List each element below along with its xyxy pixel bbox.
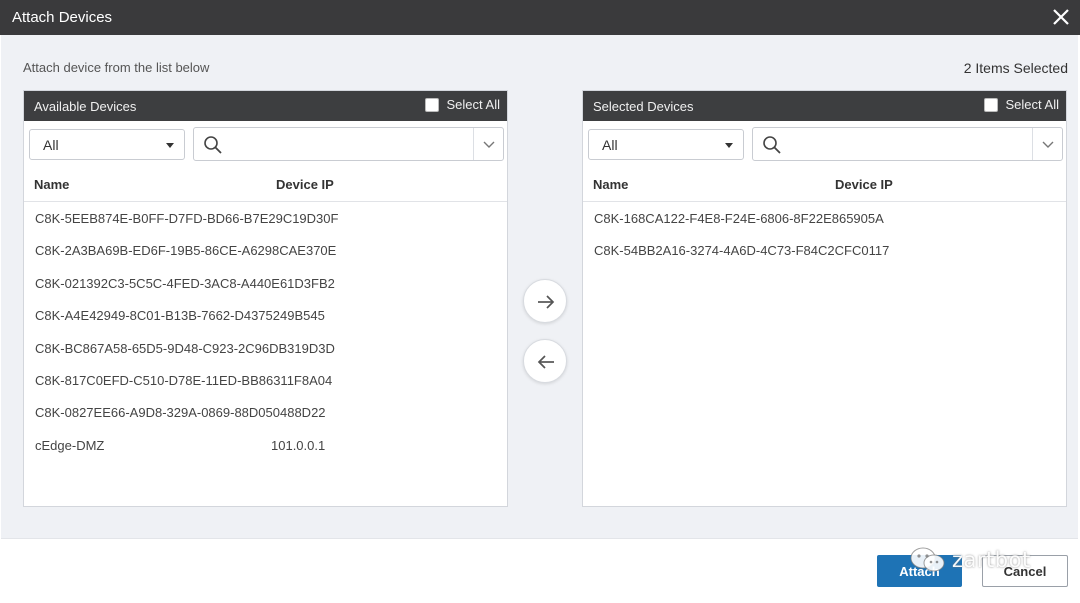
filter-dropdown-value: All [43, 137, 59, 153]
panel-title: Selected Devices [593, 99, 694, 114]
select-all-label: Select All [1005, 97, 1059, 112]
table-header: Name Device IP [24, 165, 507, 202]
device-name: C8K-0827EE66-A9D8-329A-0869-88D050488D22 [35, 405, 326, 421]
search-options-toggle[interactable] [473, 128, 503, 160]
table-row[interactable]: C8K-021392C3-5C5C-4FED-3AC8-A440E61D3FB2 [24, 267, 507, 299]
search-icon [204, 136, 222, 154]
filter-dropdown-value: All [602, 137, 618, 153]
device-ip: 101.0.0.1 [271, 437, 326, 453]
column-header-name: Name [593, 177, 629, 192]
device-name: C8K-5EEB874E-B0FF-D7FD-BD66-B7E29C19D30F [35, 211, 339, 226]
filter-dropdown[interactable]: All [588, 129, 744, 160]
table-row[interactable]: C8K-817C0EFD-C510-D78E-11ED-BB86311F8A04 [24, 364, 507, 396]
attach-button[interactable]: Attach [877, 555, 962, 587]
close-icon [1053, 9, 1069, 25]
select-all-checkbox[interactable]: Select All [424, 97, 500, 112]
device-name: C8K-54BB2A16-3274-4A6D-4C73-F84C2CFC0117 [594, 243, 890, 259]
column-header-device-ip: Device IP [835, 177, 893, 192]
panel-title: Available Devices [34, 99, 137, 114]
arrow-right-icon [538, 295, 555, 309]
filter-bar: All [24, 121, 507, 165]
move-left-button[interactable] [523, 339, 567, 383]
checkbox-box[interactable] [983, 97, 998, 112]
table-row[interactable]: C8K-54BB2A16-3274-4A6D-4C73-F84C2CFC0117 [583, 234, 1066, 266]
dialog-title: Attach Devices [12, 9, 113, 26]
search-input[interactable] [230, 132, 460, 156]
selected-devices-panel: Selected Devices Select All All Name Dev… [582, 90, 1067, 507]
selected-count: 2 Items Selected [963, 60, 1068, 76]
arrow-left-icon [537, 355, 554, 369]
panel-header: Selected Devices Select All [583, 91, 1066, 121]
move-right-button[interactable] [523, 279, 567, 323]
table-row[interactable]: C8K-BC867A58-65D5-9D48-C923-2C96DB319D3D [24, 332, 507, 364]
table-row[interactable]: C8K-0827EE66-A9D8-329A-0869-88D050488D22 [24, 396, 507, 428]
selected-device-list: C8K-168CA122-F4E8-F24E-6806-8F22E865905A… [583, 202, 1066, 267]
table-row[interactable]: cEdge-DMZ 101.0.0.1 [24, 429, 507, 461]
dialog-titlebar: Attach Devices [0, 0, 1080, 35]
caret-down-icon [166, 143, 174, 148]
column-header-name: Name [34, 177, 70, 192]
checkbox-box[interactable] [424, 97, 439, 112]
device-name: C8K-BC867A58-65D5-9D48-C923-2C96DB319D3D [35, 340, 335, 356]
device-name: C8K-817C0EFD-C510-D78E-11ED-BB86311F8A04 [35, 372, 333, 388]
panel-header: Available Devices Select All [24, 91, 507, 121]
chevron-down-icon [483, 141, 495, 148]
close-button[interactable] [1048, 4, 1074, 30]
device-name: C8K-A4E42949-8C01-B13B-7662-D4375249B545 [35, 308, 325, 324]
search-input[interactable] [789, 132, 1019, 156]
table-row[interactable]: C8K-2A3BA69B-ED6F-19B5-86CE-A6298CAE370E [24, 234, 507, 266]
cancel-button[interactable]: Cancel [982, 555, 1068, 587]
caret-down-icon [725, 143, 733, 148]
search-box[interactable] [752, 127, 1063, 161]
chevron-down-icon [1042, 141, 1054, 148]
search-box[interactable] [193, 127, 504, 161]
filter-dropdown[interactable]: All [29, 129, 185, 160]
search-options-toggle[interactable] [1032, 128, 1062, 160]
table-row[interactable]: C8K-A4E42949-8C01-B13B-7662-D4375249B545 [24, 299, 507, 331]
table-row[interactable]: C8K-168CA122-F4E8-F24E-6806-8F22E865905A [583, 202, 1066, 234]
column-header-device-ip: Device IP [276, 177, 334, 192]
select-all-label: Select All [446, 97, 500, 112]
device-name: C8K-2A3BA69B-ED6F-19B5-86CE-A6298CAE370E [35, 243, 337, 259]
dialog-subtitle: Attach device from the list below [23, 60, 210, 75]
available-devices-panel: Available Devices Select All All Name De… [23, 90, 508, 507]
device-name: C8K-021392C3-5C5C-4FED-3AC8-A440E61D3FB2 [35, 275, 335, 291]
device-name: C8K-168CA122-F4E8-F24E-6806-8F22E865905A [594, 211, 884, 226]
filter-bar: All [583, 121, 1066, 165]
search-icon [763, 136, 781, 154]
select-all-checkbox[interactable]: Select All [983, 97, 1059, 112]
device-name: cEdge-DMZ [35, 437, 105, 453]
available-device-list: C8K-5EEB874E-B0FF-D7FD-BD66-B7E29C19D30F… [24, 202, 507, 461]
table-header: Name Device IP [583, 165, 1066, 202]
table-row[interactable]: C8K-5EEB874E-B0FF-D7FD-BD66-B7E29C19D30F [24, 202, 507, 234]
